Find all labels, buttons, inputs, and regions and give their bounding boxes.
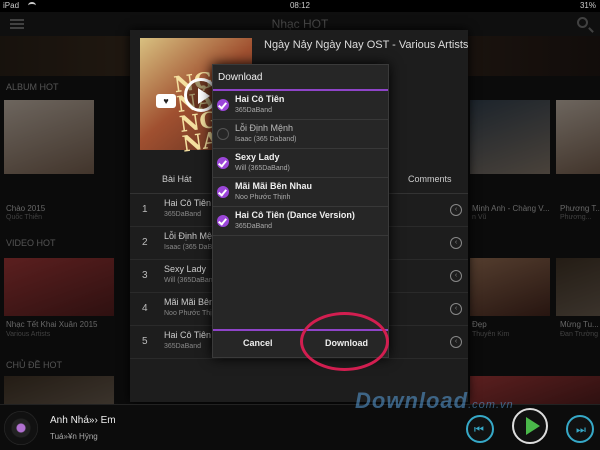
download-highlight-ring <box>300 312 389 371</box>
download-item-artist: 365DaBand <box>235 107 272 114</box>
song-number: 1 <box>142 204 148 215</box>
next-icon: ⏭ <box>576 424 586 436</box>
download-item[interactable]: Sexy Lady Will (365DaBand) <box>213 149 388 178</box>
tab-comments[interactable]: Comments <box>408 174 452 184</box>
song-number: 3 <box>142 270 148 281</box>
download-item-name: Sexy Lady <box>235 152 280 162</box>
download-item-artist: Isaac (365 Daband) <box>235 136 297 143</box>
song-artist: 365DaBand <box>164 343 201 350</box>
status-time: 08:12 <box>289 1 311 10</box>
previous-icon: ⏮ <box>474 424 484 436</box>
watermark-suffix: .com.vn <box>468 399 514 411</box>
download-item[interactable]: Mãi Mãi Bên Nhau Noo Phước Thịnh <box>213 178 388 207</box>
download-item-name: Hai Cô Tiên (Dance Version) <box>235 210 355 220</box>
cancel-button[interactable]: Cancel <box>243 338 273 348</box>
song-name: Mãi Mãi Bên <box>164 297 215 307</box>
checkbox-checked-icon[interactable] <box>217 99 229 111</box>
dialog-title: Download <box>218 72 263 83</box>
download-item-artist: Noo Phước Thịnh <box>235 194 291 201</box>
download-item-artist: Will (365DaBand) <box>235 165 290 172</box>
download-item[interactable]: Hai Cô Tiên 365DaBand <box>213 91 388 120</box>
song-number: 2 <box>142 237 148 248</box>
song-artist: Will (365DaBand) <box>164 277 219 284</box>
watermark-brand: Download <box>355 388 469 413</box>
status-bar: iPad 08:12 31% <box>0 0 600 12</box>
play-icon <box>526 417 540 435</box>
chevron-left-icon[interactable]: ‹ <box>450 204 462 216</box>
play-button[interactable] <box>512 408 548 444</box>
song-name: Sexy Lady <box>164 264 207 274</box>
disc-icon[interactable] <box>4 411 38 445</box>
now-playing-artist: Tuá»¥n Hÿng <box>50 432 98 441</box>
chevron-left-icon[interactable]: ‹ <box>450 303 462 315</box>
tab-songs[interactable]: Bài Hát <box>162 174 192 184</box>
next-button[interactable]: ⏭ <box>566 415 594 443</box>
song-number: 5 <box>142 336 148 347</box>
song-name: Lỗi Định Mện <box>164 231 218 241</box>
song-name: Hai Cô Tiên ( <box>164 330 217 340</box>
checkbox-checked-icon[interactable] <box>217 157 229 169</box>
song-artist: 365DaBand <box>164 211 201 218</box>
checkbox-checked-icon[interactable] <box>217 215 229 227</box>
now-playing-title: Anh Nhá»› Em <box>50 415 116 426</box>
download-item-name: Mãi Mãi Bên Nhau <box>235 181 313 191</box>
previous-button[interactable]: ⏮ <box>466 415 494 443</box>
download-item-name: Lỗi Định Mệnh <box>235 123 294 133</box>
chevron-left-icon[interactable]: ‹ <box>450 270 462 282</box>
chevron-left-icon[interactable]: ‹ <box>450 336 462 348</box>
download-item-artist: 365DaBand <box>235 223 272 230</box>
song-name: Hai Cô Tiên <box>164 198 212 208</box>
checkbox-unchecked-icon[interactable] <box>217 128 229 140</box>
download-item[interactable]: Lỗi Định Mệnh Isaac (365 Daband) <box>213 120 388 149</box>
heart-icon[interactable]: ♥ <box>156 94 176 108</box>
download-item-name: Hai Cô Tiên <box>235 94 285 104</box>
download-item[interactable]: Hai Cô Tiên (Dance Version) 365DaBand <box>213 207 388 236</box>
chevron-left-icon[interactable]: ‹ <box>450 237 462 249</box>
checkbox-checked-icon[interactable] <box>217 186 229 198</box>
song-number: 4 <box>142 303 148 314</box>
watermark-logo: Download.com.vn <box>355 388 514 414</box>
album-title: Ngày Nảy Ngày Nay OST - Various Artists <box>264 39 469 51</box>
battery-level: 31% <box>579 1 596 10</box>
